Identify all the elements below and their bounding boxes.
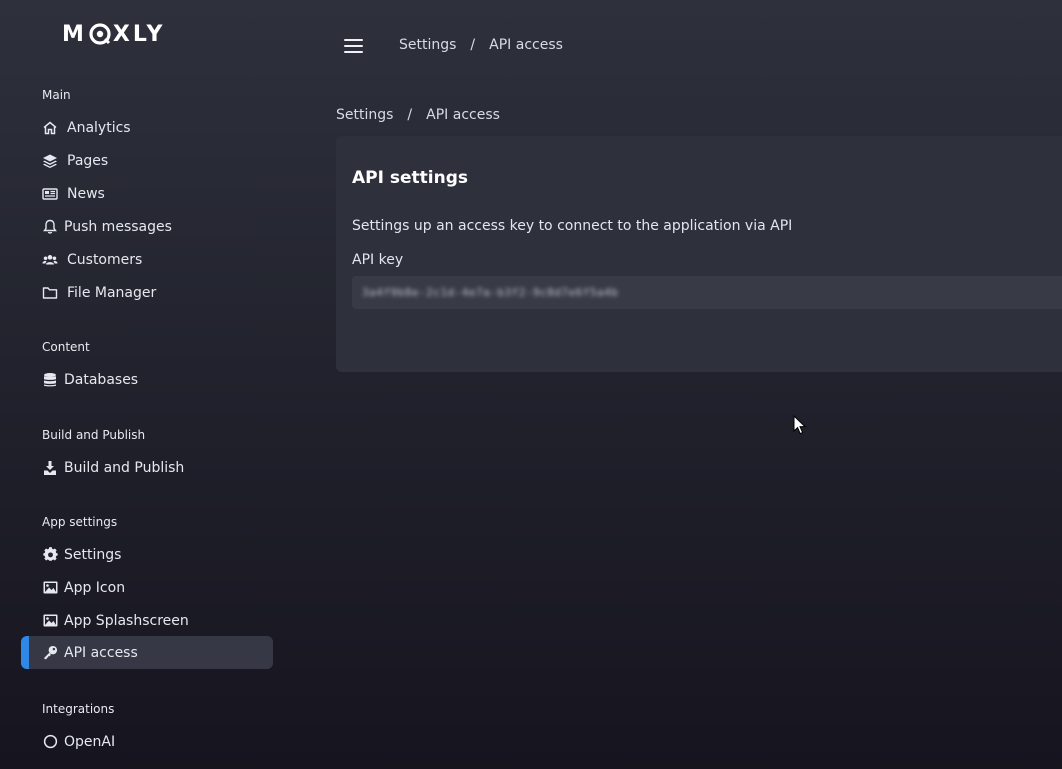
image-icon xyxy=(42,613,58,629)
breadcrumb-separator: / xyxy=(470,37,476,53)
gear-icon xyxy=(42,547,58,563)
newspaper-icon xyxy=(42,186,58,202)
api-key-value: 3a4f9b8e-2c1d-4e7a-b3f2-9c8d7e6f5a4b xyxy=(362,286,619,299)
sidebar-item-label: News xyxy=(67,185,105,202)
sidebar-item-news[interactable]: News xyxy=(21,177,273,210)
sidebar-item-api-access[interactable]: API access xyxy=(21,636,273,669)
sidebar-item-label: App Splashscreen xyxy=(64,612,189,629)
openai-icon xyxy=(42,734,58,750)
sidebar-item-app-icon[interactable]: App Icon xyxy=(21,571,273,604)
menu-icon-bar xyxy=(344,45,363,47)
sidebar-item-analytics[interactable]: Analytics xyxy=(21,111,273,144)
sidebar-item-pages[interactable]: Pages xyxy=(21,144,273,177)
sidebar-item-build-and-publish[interactable]: Build and Publish xyxy=(21,451,273,484)
card-title: API settings xyxy=(352,168,468,188)
section-label-main: Main xyxy=(42,88,71,102)
card-description: Settings up an access key to connect to … xyxy=(352,218,793,234)
header-breadcrumb: Settings / API access xyxy=(399,37,563,53)
sidebar-item-settings[interactable]: Settings xyxy=(21,538,273,571)
section-label-app-settings: App settings xyxy=(42,515,118,529)
mouse-cursor-icon xyxy=(793,415,807,435)
sidebar-item-label: Build and Publish xyxy=(64,459,185,476)
api-key-field[interactable]: 3a4f9b8e-2c1d-4e7a-b3f2-9c8d7e6f5a4b xyxy=(352,276,1062,309)
sidebar-item-openai[interactable]: OpenAI xyxy=(21,725,273,758)
sidebar-item-label: Settings xyxy=(64,546,122,563)
api-settings-card: API settings Settings up an access key t… xyxy=(336,136,1062,372)
sidebar-item-app-splashscreen[interactable]: App Splashscreen xyxy=(21,604,273,637)
breadcrumb-separator: / xyxy=(407,107,413,123)
users-icon xyxy=(42,252,58,268)
bell-icon xyxy=(42,219,58,235)
logo-text-right: XLY xyxy=(112,21,166,47)
sidebar-item-label: File Manager xyxy=(67,284,157,301)
header-breadcrumb-settings-link[interactable]: Settings xyxy=(399,37,456,53)
key-icon xyxy=(42,645,58,661)
sidebar-item-customers[interactable]: Customers xyxy=(21,243,273,276)
layers-icon xyxy=(42,153,58,169)
menu-toggle-button[interactable] xyxy=(344,38,363,54)
sidebar-item-databases[interactable]: Databases xyxy=(21,363,273,396)
sidebar-item-label: Databases xyxy=(64,371,139,388)
section-label-integrations: Integrations xyxy=(42,702,115,716)
section-label-content: Content xyxy=(42,340,90,354)
page-breadcrumb-settings-link[interactable]: Settings xyxy=(336,107,393,123)
header-breadcrumb-current: API access xyxy=(489,37,563,53)
home-icon xyxy=(42,120,58,136)
sidebar-item-label: OpenAI xyxy=(64,733,116,750)
sidebar-item-label: Pages xyxy=(67,152,109,169)
app-root: M XLY Main Analytics Pages News Push mes… xyxy=(0,0,1062,769)
sidebar-item-file-manager[interactable]: File Manager xyxy=(21,276,273,309)
download-icon xyxy=(42,460,58,476)
menu-icon-bar xyxy=(344,51,363,53)
sidebar-item-label: Analytics xyxy=(67,119,131,136)
brand-logo[interactable]: M XLY xyxy=(62,20,165,48)
database-icon xyxy=(42,372,58,388)
page-breadcrumb: Settings / API access xyxy=(336,107,500,123)
sidebar-item-label: API access xyxy=(64,644,138,661)
api-key-label: API key xyxy=(352,252,404,268)
menu-icon-bar xyxy=(344,39,363,41)
sidebar: M XLY Main Analytics Pages News Push mes… xyxy=(0,0,290,769)
sidebar-item-label: Customers xyxy=(67,251,143,268)
sidebar-item-label: Push messages xyxy=(64,218,172,235)
image-icon xyxy=(42,580,58,596)
page-breadcrumb-current: API access xyxy=(426,107,500,123)
folder-icon xyxy=(42,285,58,301)
logo-o-icon xyxy=(89,23,111,45)
section-label-build: Build and Publish xyxy=(42,428,146,442)
sidebar-item-push-messages[interactable]: Push messages xyxy=(21,210,273,243)
sidebar-item-label: App Icon xyxy=(64,579,126,596)
logo-text-left: M xyxy=(62,21,87,47)
